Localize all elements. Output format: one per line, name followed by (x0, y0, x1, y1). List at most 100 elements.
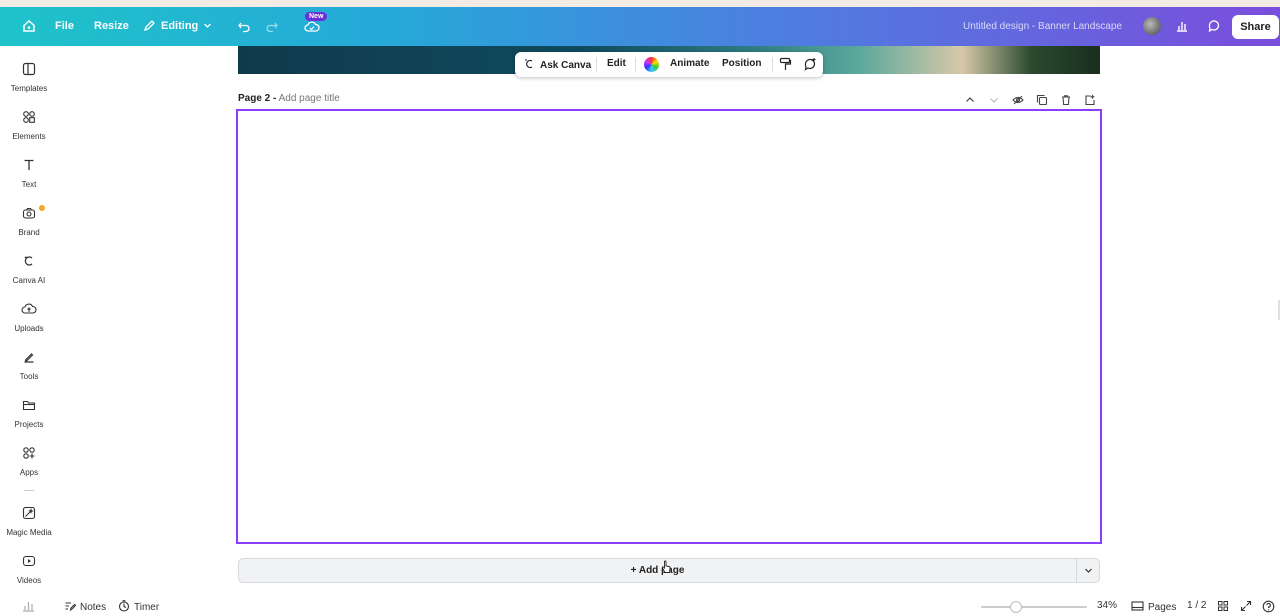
sidebar-item-label: Magic Media (6, 528, 52, 537)
video-icon (5, 554, 53, 570)
sidebar-item-label: Uploads (14, 324, 44, 333)
grid-icon (1217, 600, 1229, 615)
pencil-icon (143, 19, 156, 32)
context-toolbar: Ask Canva Edit Animate Position (515, 52, 823, 77)
bar-chart-icon (1175, 19, 1189, 33)
redo-button[interactable] (265, 19, 279, 33)
apps-icon (5, 446, 53, 462)
sidebar-item-label: Canva AI (12, 276, 46, 285)
undo-icon (237, 19, 251, 33)
home-icon (22, 19, 36, 33)
pages-icon (1131, 600, 1144, 615)
elements-icon (5, 110, 53, 126)
add-page-button[interactable]: + Add page (238, 558, 1077, 583)
ask-canva-button[interactable]: Ask Canva (523, 58, 591, 73)
editing-label: Editing (161, 19, 199, 32)
design-title[interactable]: Untitled design - Banner Landscape (963, 21, 1122, 32)
share-button[interactable]: Share (1232, 15, 1279, 39)
position-button[interactable]: Position (722, 58, 761, 69)
zoom-level[interactable]: 34% (1097, 600, 1117, 611)
bottom-status-bar: Notes Timer 34% Pages 1 / 2 (0, 598, 1280, 616)
sidebar-item-label: Videos (16, 576, 42, 585)
help-button[interactable] (1262, 600, 1275, 616)
expand-icon (1240, 600, 1252, 615)
chevron-down-icon (1084, 562, 1093, 580)
undo-button[interactable] (237, 19, 251, 33)
sidebar-item-label: Text (21, 180, 37, 189)
uploads-icon (5, 302, 53, 318)
sidebar-item-label: Templates (10, 84, 48, 93)
templates-icon (5, 62, 53, 78)
sidebar-item-label: Tools (19, 372, 39, 381)
magic-media-icon (5, 506, 53, 522)
copy-style-button[interactable] (779, 57, 792, 74)
top-toolbar: File Resize Editing New Untitled design … (0, 7, 1280, 46)
page-insights-button[interactable] (22, 600, 35, 615)
fullscreen-button[interactable] (1240, 600, 1252, 615)
sidebar-item-apps[interactable]: Apps (5, 446, 53, 477)
toolbar-divider (635, 57, 636, 72)
page-title-input[interactable]: Add page title (279, 93, 340, 104)
sidebar-item-templates[interactable]: Templates (5, 62, 53, 93)
sidebar-item-label: Brand (18, 228, 40, 237)
timer-button[interactable]: Timer (118, 600, 159, 615)
bar-chart-icon (22, 600, 35, 615)
zoom-slider-track[interactable] (981, 606, 1087, 608)
toolbar-divider (772, 57, 773, 72)
sidebar-divider (24, 490, 34, 491)
color-picker-button[interactable] (644, 57, 659, 72)
canva-ai-icon (523, 58, 535, 73)
more-options-button[interactable] (803, 57, 817, 74)
left-sidebar: Templates Elements Text Brand Canva AI U… (5, 46, 53, 616)
sidebar-item-brand[interactable]: Brand (5, 204, 53, 237)
cloud-check-icon (304, 20, 320, 34)
notes-button[interactable]: Notes (64, 600, 106, 615)
sidebar-item-elements[interactable]: Elements (5, 110, 53, 141)
page-number-label: Page 2 - (238, 93, 277, 104)
help-icon (1262, 600, 1275, 616)
comments-button[interactable] (1207, 19, 1221, 33)
sidebar-item-canva-ai[interactable]: Canva AI (5, 254, 53, 285)
sidebar-item-uploads[interactable]: Uploads (5, 302, 53, 333)
file-menu[interactable]: File (55, 20, 74, 32)
sidebar-item-label: Apps (19, 468, 39, 477)
canva-ai-icon (5, 254, 53, 270)
sidebar-item-text[interactable]: Text (5, 158, 53, 189)
sidebar-item-tools[interactable]: Tools (5, 350, 53, 381)
animate-button[interactable]: Animate (670, 58, 709, 69)
sidebar-item-magic-media[interactable]: Magic Media (5, 506, 53, 537)
insights-button[interactable] (1175, 19, 1189, 33)
new-badge: New (305, 12, 328, 21)
notes-icon (64, 600, 77, 615)
sidebar-item-projects[interactable]: Projects (5, 398, 53, 429)
sidebar-item-label: Elements (12, 132, 46, 141)
text-icon (5, 158, 53, 174)
pages-label: Pages (1148, 602, 1177, 613)
home-button[interactable] (22, 19, 36, 33)
mouse-cursor-icon (661, 560, 671, 579)
tools-icon (5, 350, 53, 366)
chevron-up-icon (964, 93, 976, 110)
color-wheel-icon (644, 57, 659, 72)
avatar[interactable] (1143, 17, 1161, 35)
trash-icon (1060, 93, 1072, 110)
cloud-save-button[interactable] (304, 20, 320, 34)
comment-add-icon (803, 57, 817, 74)
timer-label: Timer (134, 602, 160, 613)
editing-mode-button[interactable]: Editing (143, 19, 212, 32)
timer-icon (118, 600, 130, 615)
sidebar-item-videos[interactable]: Videos (5, 554, 53, 585)
pages-button[interactable]: Pages (1131, 600, 1176, 615)
browser-top-strip (0, 0, 1280, 7)
notification-dot (38, 204, 46, 212)
resize-button[interactable]: Resize (94, 20, 129, 32)
toolbar-divider (596, 57, 597, 72)
zoom-slider-handle[interactable] (1010, 601, 1022, 613)
design-canvas-page-2[interactable] (236, 109, 1102, 544)
copy-icon (1036, 93, 1048, 110)
grid-view-button[interactable] (1217, 600, 1229, 615)
edit-button[interactable]: Edit (607, 58, 626, 69)
chevron-down-icon (203, 21, 212, 30)
add-page-dropdown[interactable] (1077, 558, 1100, 583)
eye-off-icon (1012, 93, 1024, 110)
